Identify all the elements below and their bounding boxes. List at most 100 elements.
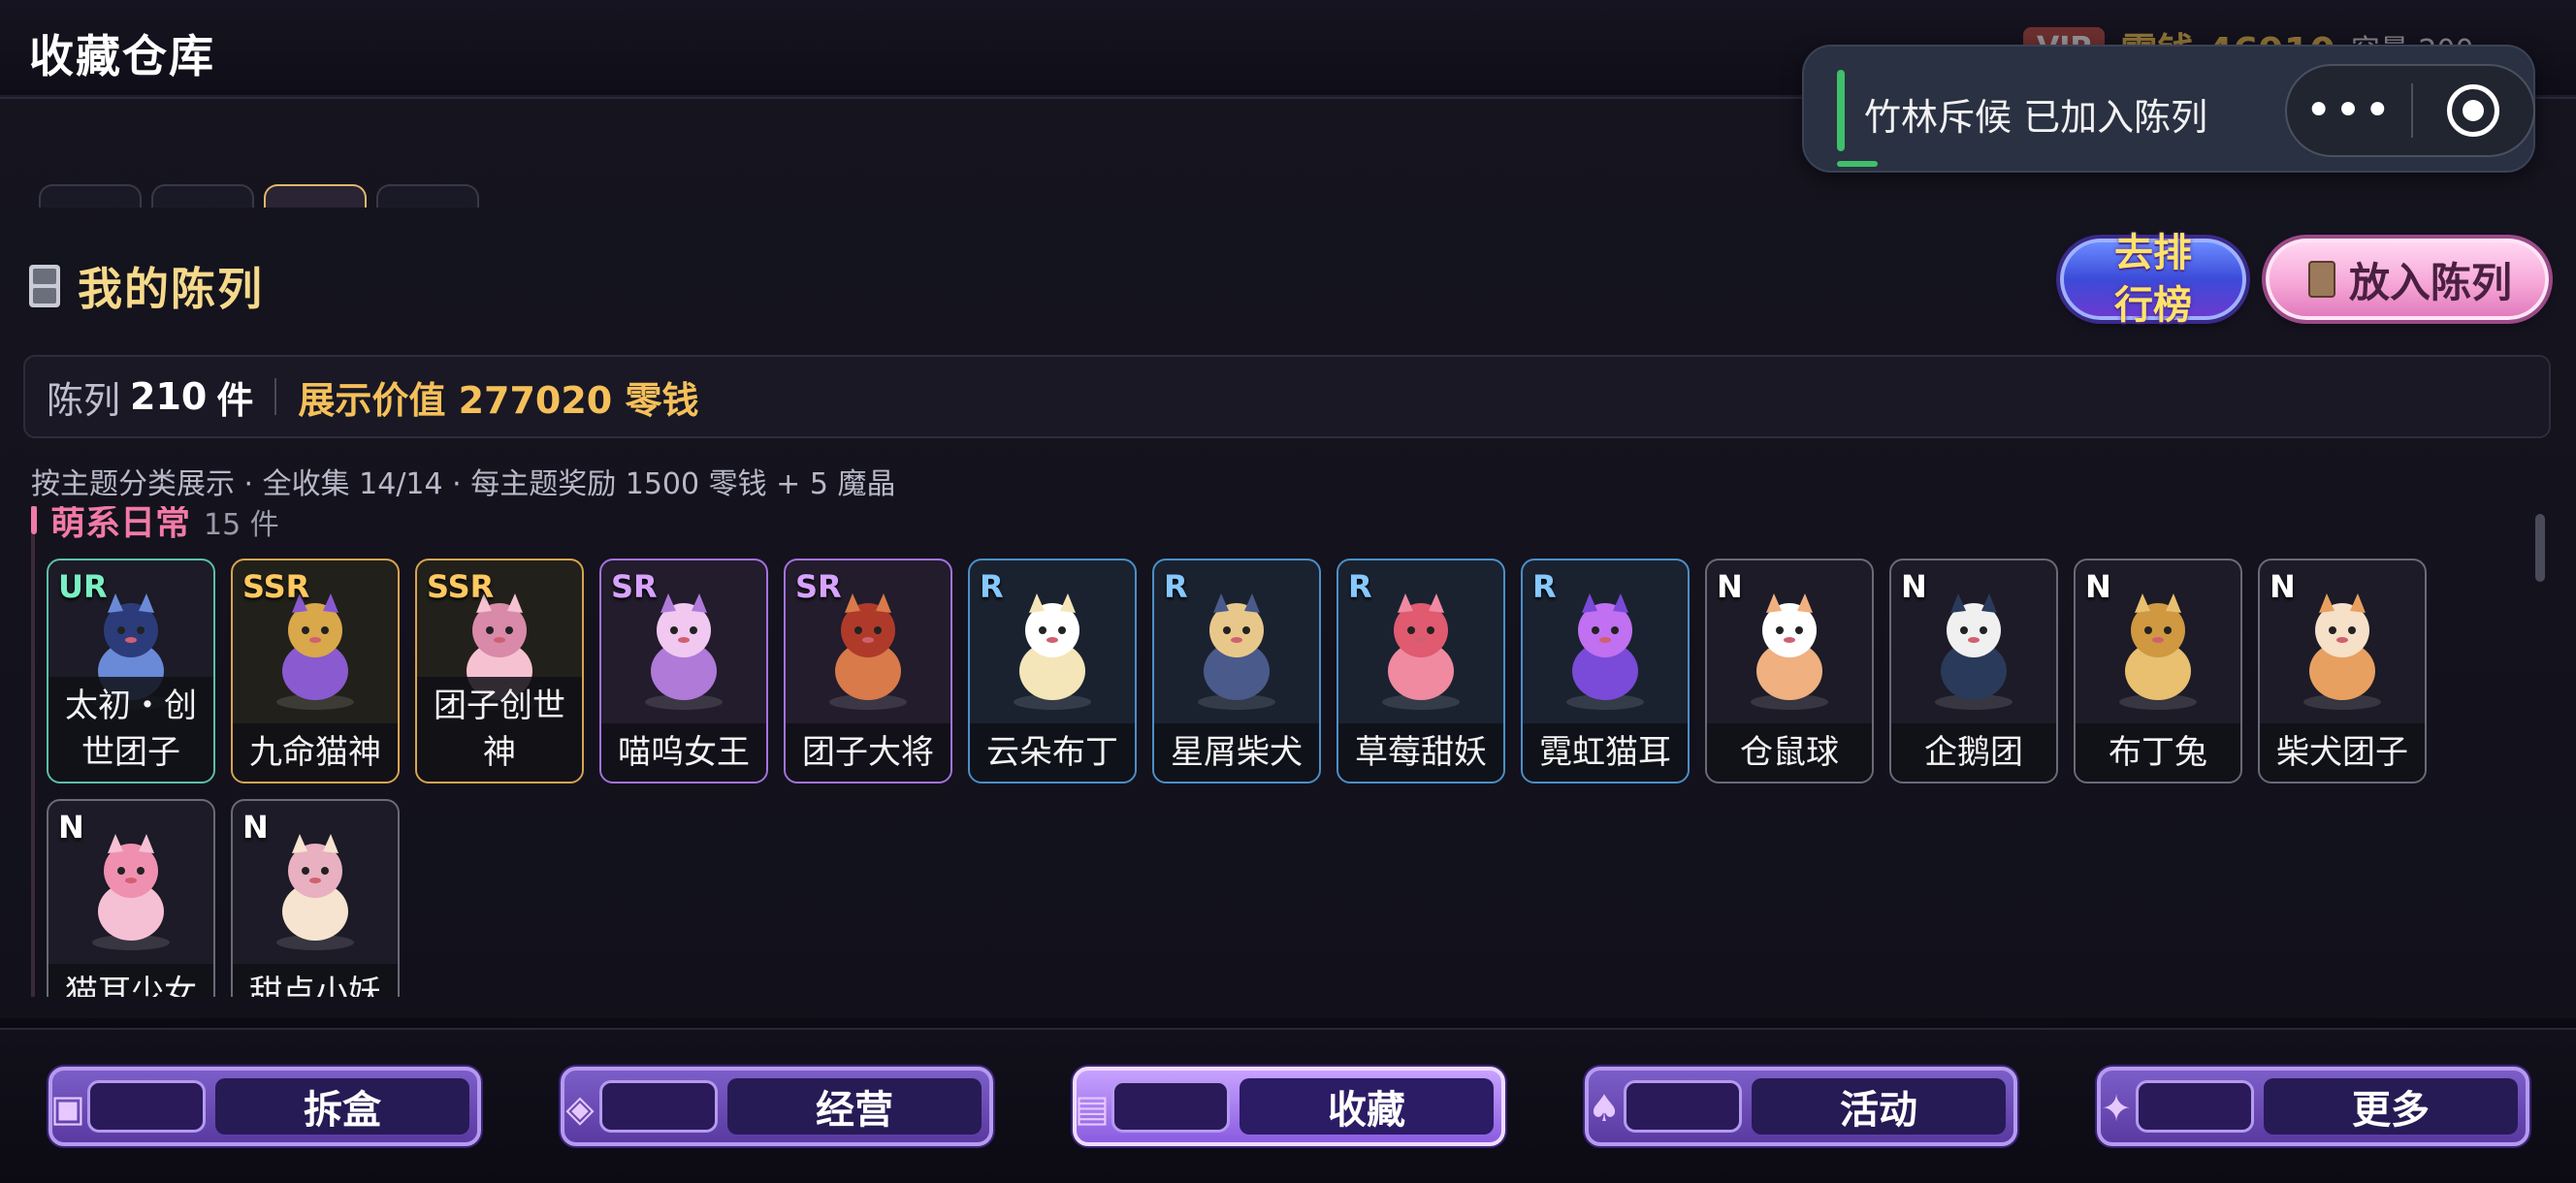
nav-label: 收藏 (1328, 1088, 1405, 1133)
card-name: 星屑柴犬 (1154, 723, 1319, 782)
group-rule (31, 526, 35, 997)
nav-slot (2136, 1080, 2254, 1133)
collection-card[interactable]: SSR 团子创世神 (415, 559, 584, 783)
rarity-badge: N (1901, 568, 1927, 605)
collection-subtitle: 按主题分类展示 · 全收集 14/14 · 每主题奖励 1500 零钱 + 5 … (31, 467, 896, 501)
rarity-badge: SR (611, 568, 658, 605)
card-name: 太初・创世团子 (48, 677, 213, 782)
bottom-nav: ▣ 拆盒 ◈ 经营 ▤ 收藏 ♠ 活动 ✦ 更多 (0, 1028, 2576, 1183)
strawberry-fairy-icon (1382, 593, 1460, 710)
add-to-display-button[interactable]: 放入陈列 (2266, 239, 2549, 320)
collection-card[interactable]: N 仓鼠球 (1705, 559, 1874, 783)
collection-card[interactable]: N 柴犬团子 (2258, 559, 2427, 783)
group-header: 萌系日常 15 件 (31, 506, 279, 545)
dessert-fairy-icon (276, 834, 354, 950)
card-name: 九命猫神 (233, 723, 398, 782)
toast-notification: 竹林斥候 已加入陈列 ••• (1802, 45, 2535, 173)
stats-display-value: 展示价值 277020 零钱 (298, 378, 699, 422)
cat-girl-icon (92, 834, 170, 950)
stats-divider (274, 378, 277, 415)
cloud-pudding-icon (1014, 593, 1091, 710)
collection-card[interactable]: N 甜点小妖 (231, 799, 400, 997)
rarity-badge: R (1164, 568, 1188, 605)
collection-grid[interactable]: 萌系日常 15 件 UR 太初・创世团子 SSR 九命猫神 SSR 团子创世神 SR 喵呜女王… (31, 506, 2533, 997)
card-name: 霓虹猫耳 (1523, 723, 1688, 782)
collection-card[interactable]: R 云朵布丁 (968, 559, 1137, 783)
star-icon: ✦ (2101, 1087, 2132, 1130)
card-name: 柴犬团子 (2260, 723, 2425, 782)
scrollbar[interactable] (2535, 514, 2545, 582)
tab-2[interactable] (151, 184, 254, 208)
card-name: 仓鼠球 (1707, 723, 1872, 782)
stats-count-label: 陈列 (47, 378, 121, 422)
nav-slot (1624, 1080, 1742, 1133)
toast-progress (1837, 161, 1878, 167)
nav-label: 更多 (2352, 1088, 2430, 1133)
section-header: 我的陈列 (29, 254, 264, 318)
section-title: 我的陈列 (78, 263, 264, 315)
stats-bar: 陈列 210 件 展示价值 277020 零钱 (23, 355, 2551, 438)
nav-label: 活动 (1840, 1088, 1917, 1133)
rarity-badge: N (2270, 568, 2296, 605)
stats-count-value: 210 (130, 375, 208, 418)
nav-label: 拆盒 (304, 1088, 381, 1133)
collection-card[interactable]: R 星屑柴犬 (1152, 559, 1321, 783)
nav-slot (87, 1080, 206, 1133)
pudding-bunny-icon (2119, 593, 2197, 710)
collection-card[interactable]: UR 太初・创世团子 (47, 559, 215, 783)
card-name: 甜点小妖 (233, 964, 398, 997)
card-name: 企鹅团 (1891, 723, 2056, 782)
leaderboard-button[interactable]: 去排行榜 (2060, 231, 2246, 328)
collection-card[interactable]: N 企鹅团 (1889, 559, 2058, 783)
bag-icon: ◈ (565, 1087, 595, 1130)
card-name: 喵呜女王 (601, 723, 766, 782)
nav-slot (1111, 1080, 1230, 1133)
rarity-badge: R (1532, 568, 1557, 605)
rarity-badge: SR (795, 568, 842, 605)
toast-accent-bar (1837, 70, 1845, 151)
collection-card[interactable]: R 草莓甜妖 (1336, 559, 1505, 783)
category-tabs (39, 184, 479, 208)
app-root: 收藏仓库 VIP 零钱 46910 容量 200 我的陈列 去排行榜 放入陈列 … (0, 0, 2576, 1183)
collection-card[interactable]: R 霓虹猫耳 (1521, 559, 1690, 783)
box-icon: ▣ (50, 1087, 85, 1130)
collection-card[interactable]: N 布丁兔 (2074, 559, 2242, 783)
nav-button[interactable]: ▤ 收藏 (1073, 1067, 1505, 1146)
book-icon (2308, 261, 2335, 298)
rarity-badge: UR (58, 568, 108, 605)
nav-button[interactable]: ▣ 拆盒 (48, 1067, 481, 1146)
nav-button[interactable]: ♠ 活动 (1585, 1067, 2017, 1146)
collection-card[interactable]: SSR 九命猫神 (231, 559, 400, 783)
close-target-icon[interactable] (2413, 64, 2533, 157)
tab-4[interactable] (376, 184, 479, 208)
page-title: 收藏仓库 (29, 30, 215, 82)
hamster-icon (1751, 593, 1828, 710)
group-name: 萌系日常 (50, 506, 191, 543)
tab-3-active[interactable] (264, 184, 367, 208)
nav-button[interactable]: ◈ 经营 (561, 1067, 993, 1146)
shiba-icon (2303, 593, 2381, 710)
rarity-badge: N (1717, 568, 1743, 605)
collection-card[interactable]: SR 团子大将 (784, 559, 952, 783)
rarity-badge: SSR (242, 568, 310, 605)
more-icon[interactable]: ••• (2287, 64, 2411, 157)
rarity-badge: R (980, 568, 1004, 605)
card-name: 布丁兔 (2076, 723, 2240, 782)
cabinet-icon (29, 265, 60, 307)
group-count: 15 件 (204, 508, 279, 542)
tab-1[interactable] (39, 184, 142, 208)
collection-card[interactable]: N 猫耳少女 (47, 799, 215, 997)
neon-cat-girl-icon (1566, 593, 1644, 710)
card-name: 猫耳少女 (48, 964, 213, 997)
nav-slot (599, 1080, 718, 1133)
collection-card[interactable]: SR 喵呜女王 (599, 559, 768, 783)
rarity-badge: N (242, 809, 269, 846)
card-name: 团子大将 (786, 723, 950, 782)
nav-label: 经营 (816, 1088, 893, 1133)
rarity-badge: SSR (427, 568, 495, 605)
rarity-badge: N (58, 809, 84, 846)
rarity-badge: R (1348, 568, 1372, 605)
ring-icon (2446, 84, 2499, 137)
nav-button[interactable]: ✦ 更多 (2097, 1067, 2529, 1146)
card-name: 团子创世神 (417, 677, 582, 782)
